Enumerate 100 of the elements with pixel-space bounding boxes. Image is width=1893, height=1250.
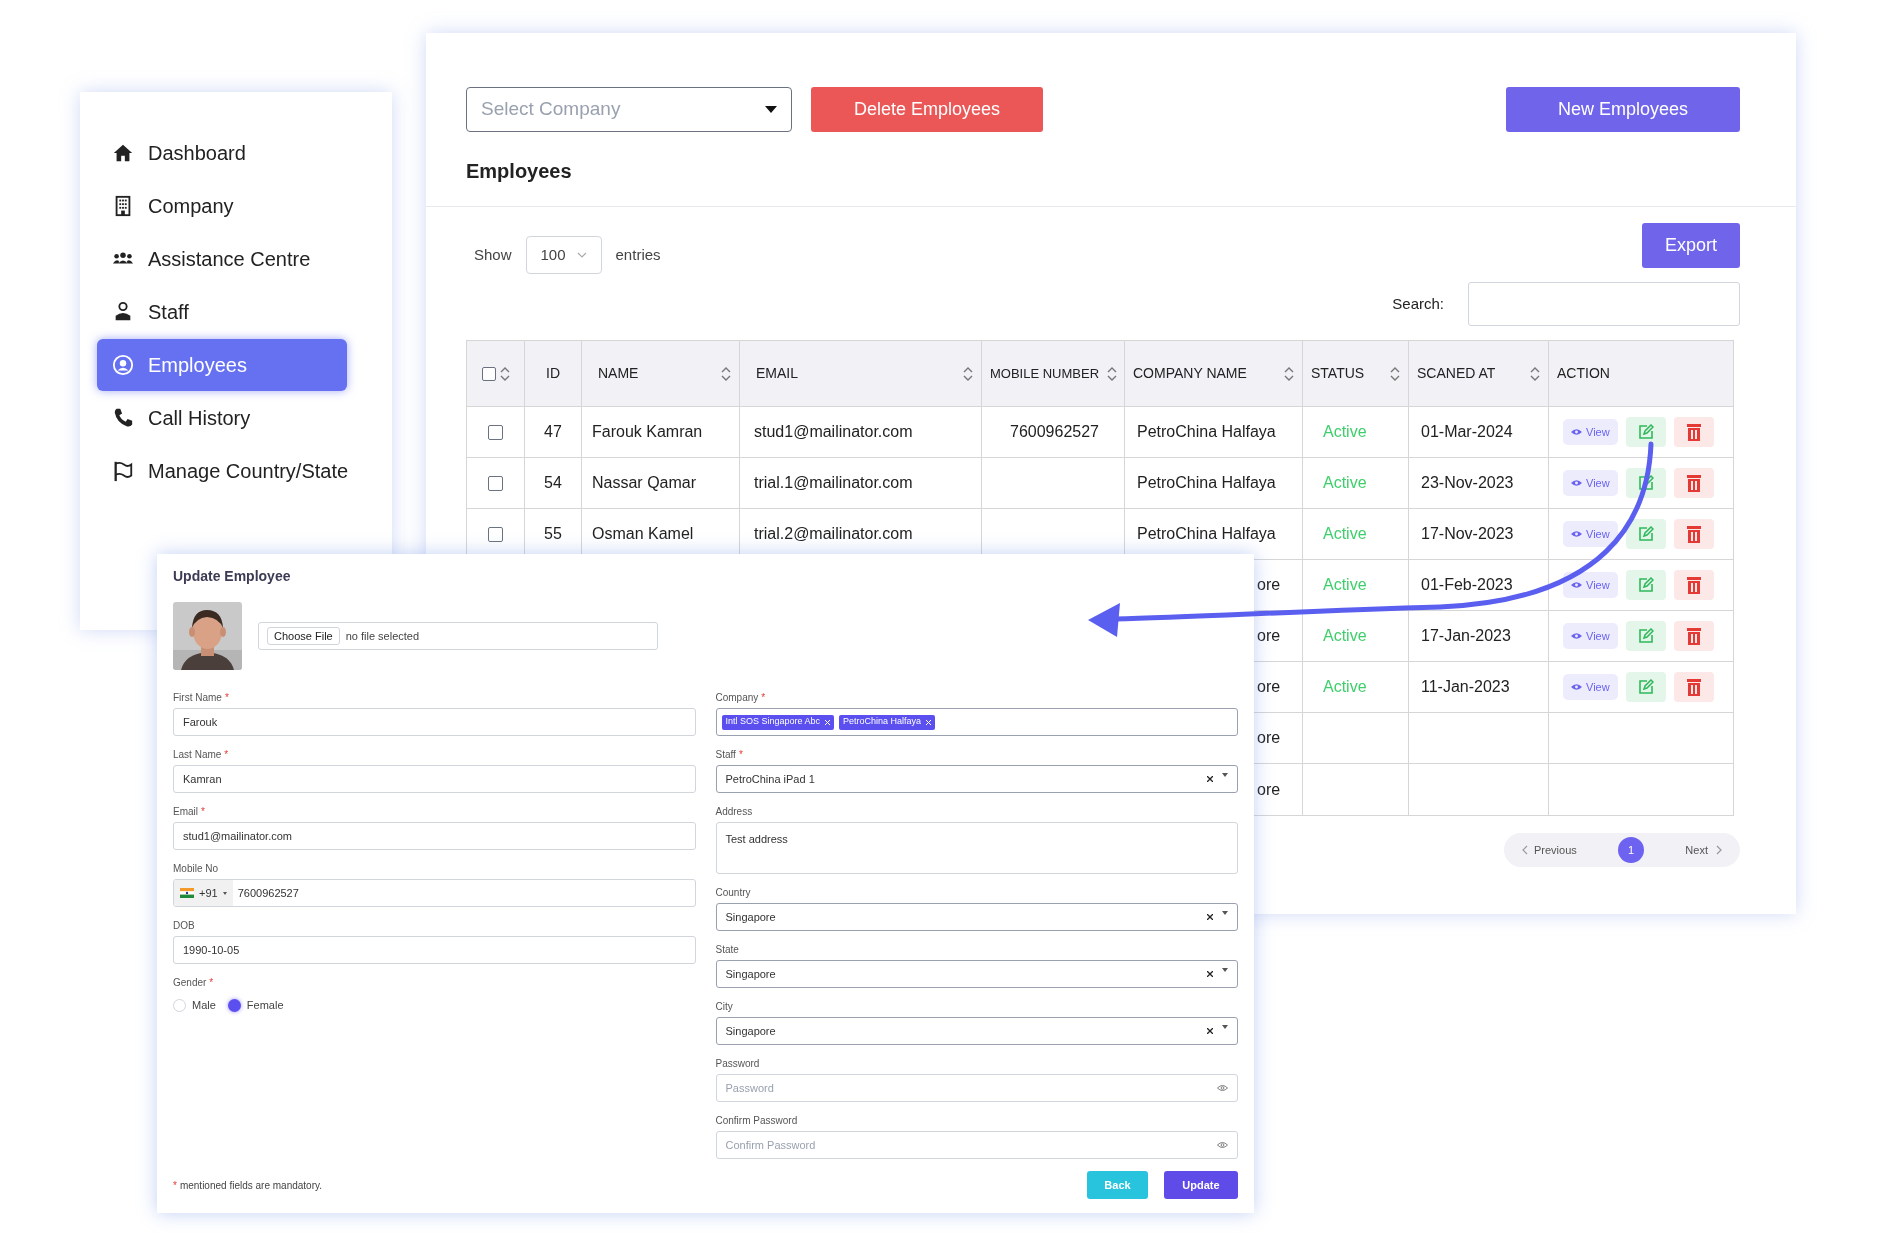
sidebar-item[interactable]: Dashboard	[97, 127, 347, 179]
clear-icon	[1207, 1028, 1213, 1034]
view-button[interactable]: View	[1563, 572, 1618, 598]
delete-button[interactable]	[1673, 519, 1714, 549]
field-label: Company	[715, 690, 759, 705]
phone-field[interactable]: +91 7600962527	[173, 879, 696, 907]
page-button[interactable]: 1	[1618, 837, 1645, 863]
delete-button[interactable]	[1673, 672, 1714, 702]
table-cell-text: Nassar Qamar	[592, 473, 697, 493]
radio-button[interactable]	[173, 998, 186, 1012]
edit-button[interactable]	[1625, 621, 1666, 651]
file-input[interactable]: Choose File no file selected	[258, 622, 658, 650]
radio-option[interactable]: Male	[173, 997, 216, 1014]
row-checkbox[interactable]	[488, 526, 503, 542]
page-size-select[interactable]: 100	[525, 236, 602, 274]
select-field[interactable]: Singapore	[715, 960, 1238, 988]
eye-icon	[1571, 428, 1582, 436]
column-header[interactable]: NAME	[590, 363, 639, 384]
trash-icon	[1686, 678, 1701, 696]
table-cell-text: 7600962527	[1010, 422, 1099, 442]
address-field[interactable]: Test address	[715, 822, 1238, 874]
select-field[interactable]: Singapore	[715, 1017, 1238, 1045]
select-all-checkbox[interactable]	[481, 366, 496, 381]
eye-icon	[1571, 683, 1582, 691]
caret-icon	[1222, 1025, 1228, 1029]
view-button[interactable]: View	[1563, 470, 1618, 496]
view-button[interactable]: View	[1563, 419, 1618, 445]
field-label: Country	[715, 885, 751, 900]
edit-button[interactable]	[1625, 519, 1666, 549]
edit-button[interactable]	[1625, 417, 1666, 447]
table-cell-text: 01-Feb-2023	[1421, 575, 1513, 595]
column-header[interactable]: MOBILE NUMBER	[990, 363, 1100, 384]
table-cell-text: trial.1@mailinator.com	[754, 473, 913, 493]
home-icon	[112, 142, 134, 164]
form-title: Update Employee	[173, 568, 292, 584]
table-cell-text: ore	[1257, 779, 1281, 800]
chevron-left-icon	[1522, 845, 1528, 855]
caret-icon	[765, 105, 777, 114]
field-label: Address	[715, 804, 753, 819]
delete-button[interactable]	[1673, 621, 1714, 651]
column-header[interactable]: SCANED AT	[1417, 363, 1496, 384]
column-header[interactable]: EMAIL	[748, 363, 798, 384]
table-cell-text: PetroChina Halfaya	[1137, 422, 1276, 442]
required-mark: *	[201, 804, 205, 819]
column-header[interactable]: COMPANY NAME	[1133, 363, 1247, 384]
flag-icon	[180, 888, 194, 898]
pencil-icon	[1637, 424, 1654, 440]
edit-button[interactable]	[1625, 672, 1666, 702]
row-checkbox[interactable]	[488, 424, 503, 440]
delete-button[interactable]	[1673, 468, 1714, 498]
table-cell-text: Active	[1323, 575, 1367, 595]
column-header[interactable]: STATUS	[1311, 363, 1365, 384]
delete-button[interactable]	[1673, 570, 1714, 600]
sidebar-item[interactable]: Employees	[97, 339, 347, 391]
sort-icon	[499, 365, 510, 382]
table-cell-text: Osman Kamel	[592, 524, 694, 544]
export-button[interactable]: Export	[1642, 223, 1740, 268]
table-cell-text: ore	[1257, 626, 1281, 646]
tag-field[interactable]: Intl SOS Singapore Abc PetroChina Halfaya	[715, 708, 1238, 736]
column-header[interactable]: ID	[546, 363, 560, 384]
sidebar-item[interactable]: Manage Country/State	[97, 445, 347, 497]
radio-button[interactable]	[227, 998, 241, 1012]
entries-label: entries	[615, 244, 661, 265]
input-field[interactable]: Farouk	[173, 708, 696, 736]
pencil-icon	[1637, 628, 1654, 644]
select-placeholder: Select Company	[481, 97, 621, 122]
sidebar-item[interactable]: Assistance Centre	[97, 233, 347, 285]
delete-button[interactable]	[1673, 417, 1714, 447]
select-field[interactable]: Singapore	[715, 903, 1238, 931]
table-cell-text: PetroChina Halfaya	[1137, 524, 1276, 544]
view-button[interactable]: View	[1563, 521, 1618, 547]
mandatory-note: * mentioned fields are mandatory.	[173, 1178, 323, 1193]
view-button[interactable]: View	[1563, 623, 1618, 649]
input-field[interactable]: Kamran	[173, 765, 696, 793]
edit-button[interactable]	[1625, 570, 1666, 600]
choose-file-button[interactable]: Choose File	[267, 627, 340, 645]
column-header[interactable]: ACTION	[1557, 363, 1610, 384]
row-checkbox[interactable]	[488, 475, 503, 491]
select-field[interactable]: PetroChina iPad 1	[715, 765, 1238, 793]
pencil-icon	[1637, 577, 1654, 593]
search-label: Search:	[1392, 293, 1444, 314]
sidebar-item[interactable]: Call History	[97, 392, 347, 444]
country-code-select[interactable]: +91	[174, 880, 233, 906]
input-field[interactable]: 1990-10-05	[173, 936, 696, 964]
sidebar-item[interactable]: Staff	[97, 286, 347, 338]
input-field[interactable]: stud1@mailinator.com	[173, 822, 696, 850]
show-label: Show	[474, 244, 512, 265]
sidebar-item[interactable]: Company	[97, 180, 347, 232]
flag-icon	[112, 460, 134, 482]
update-button[interactable]: Update	[1164, 1171, 1238, 1199]
table-cell-text: Active	[1323, 524, 1367, 544]
view-button[interactable]: View	[1563, 674, 1618, 700]
eye-icon	[1217, 1141, 1228, 1149]
search-field[interactable]	[1468, 282, 1740, 326]
next-button[interactable]: Next	[1685, 841, 1722, 859]
field-label: City	[715, 999, 733, 1014]
new-employees-button[interactable]: New Employees	[1506, 87, 1740, 132]
previous-button[interactable]: Previous	[1522, 841, 1577, 859]
radio-option[interactable]: Female	[227, 997, 284, 1014]
table-cell-text: Active	[1323, 626, 1367, 646]
